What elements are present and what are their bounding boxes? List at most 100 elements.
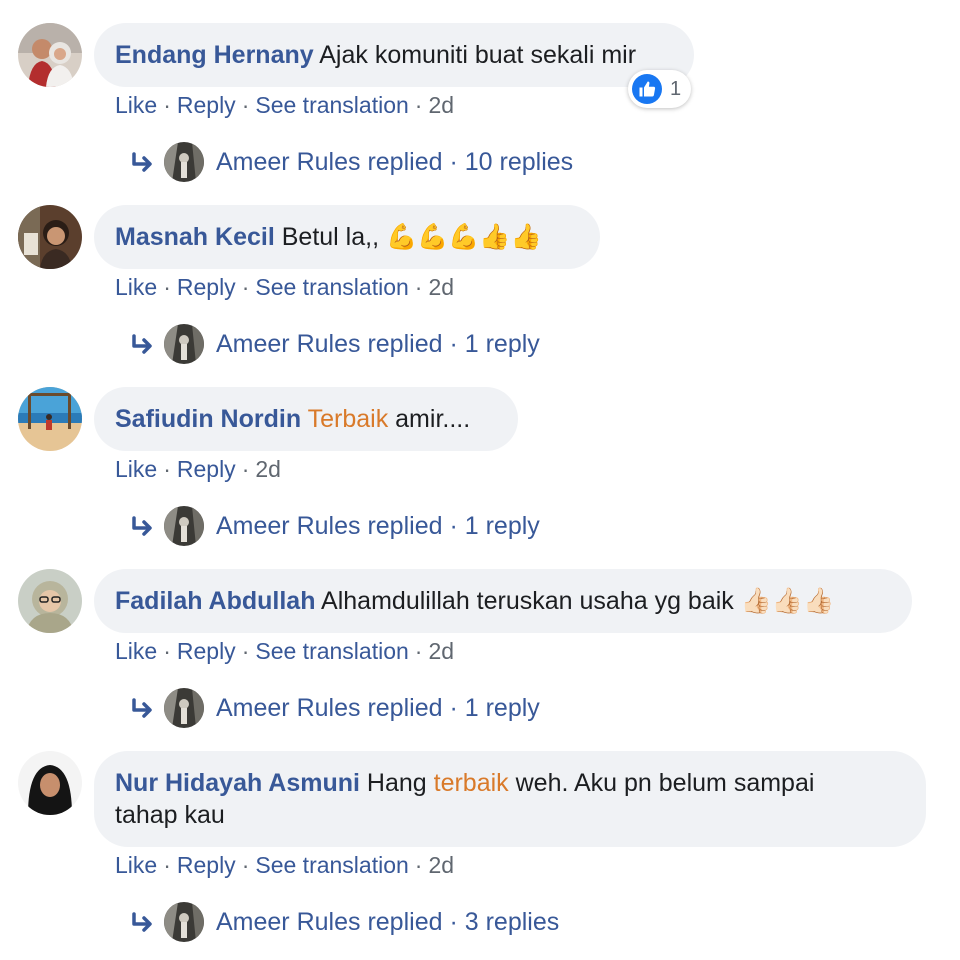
like-link[interactable]: Like [115,638,157,664]
comment-actions: Like · Reply · See translation · 2d [115,272,454,302]
comment-emoji: 👍🏻👍🏻👍🏻 [740,586,835,615]
separator: · [163,456,171,482]
replier-name[interactable]: Ameer Rules [216,908,361,936]
comment-emoji: 💪💪💪👍👍 [385,222,542,251]
replier-name[interactable]: Ameer Rules [216,148,361,176]
comment-text: Hang [366,769,427,797]
separator: · [414,638,423,664]
separator: · [449,330,458,358]
replier-avatar[interactable] [164,142,204,182]
comment-highlight[interactable]: Terbaik [308,405,389,433]
timestamp[interactable]: 2d [428,92,454,118]
replied-text: replied [367,148,443,176]
comment-author[interactable]: Masnah Kecil [115,223,275,251]
like-icon [632,74,662,104]
separator: · [241,456,250,482]
reaction-count: 1 [670,77,682,100]
comment-text: Alhamdulillah teruskan usaha yg baik [321,587,734,615]
replied-text: replied [367,908,443,936]
reply-arrow-icon [130,140,156,184]
reply-arrow-icon [130,322,156,366]
comment-text: amir.... [395,405,471,433]
separator: · [163,638,171,664]
reply-link[interactable]: Reply [177,92,236,118]
comment-highlight[interactable]: terbaik [434,769,509,797]
comment-text: Betul la,, [281,223,380,251]
reply-arrow-icon [130,900,156,944]
avatar[interactable] [18,569,82,633]
avatar[interactable] [18,387,82,451]
reply-link[interactable]: Reply [177,274,236,300]
separator: · [241,852,250,878]
separator: · [241,274,250,300]
comment-bubble: Masnah Kecil Betul la,, 💪💪💪👍👍 [94,205,600,269]
see-translation-link[interactable]: See translation [255,92,408,118]
separator: · [241,92,250,118]
avatar[interactable] [18,23,82,87]
timestamp[interactable]: 2d [428,852,454,878]
comment-actions: Like · Reply · 2d [115,454,281,484]
reply-arrow-icon [130,504,156,548]
replier-avatar[interactable] [164,506,204,546]
reply-count[interactable]: 3 replies [465,908,560,936]
reaction-badge[interactable]: 1 [628,70,692,108]
separator: · [414,274,423,300]
view-replies-link[interactable]: Ameer Rules replied · 1 reply [130,322,540,366]
reply-arrow-icon [130,686,156,730]
separator: · [449,908,458,936]
reply-link[interactable]: Reply [177,456,236,482]
separator: · [414,92,423,118]
reply-link[interactable]: Reply [177,638,236,664]
separator: · [163,92,171,118]
comment-bubble: Safiudin Nordin Terbaik amir.... [94,387,518,451]
like-link[interactable]: Like [115,456,157,482]
timestamp[interactable]: 2d [428,638,454,664]
replier-avatar[interactable] [164,688,204,728]
separator: · [449,694,458,722]
separator: · [449,148,458,176]
comment-actions: Like · Reply · See translation · 2d [115,636,454,666]
replied-text: replied [367,512,443,540]
comment-actions: Like · Reply · See translation · 2d [115,850,454,880]
reply-count[interactable]: 1 reply [465,512,540,540]
separator: · [241,638,250,664]
view-replies-link[interactable]: Ameer Rules replied · 3 replies [130,900,559,944]
comment-line-2: tahap kau [115,801,225,829]
view-replies-link[interactable]: Ameer Rules replied · 10 replies [130,140,573,184]
reply-count[interactable]: 10 replies [465,148,573,176]
comment-thread: Endang Hernany Ajak komuniti buat sekali… [0,0,960,960]
reply-count[interactable]: 1 reply [465,694,540,722]
see-translation-link[interactable]: See translation [255,852,408,878]
comment-bubble: Endang Hernany Ajak komuniti buat sekali… [94,23,694,87]
replier-avatar[interactable] [164,902,204,942]
comment-author[interactable]: Safiudin Nordin [115,405,301,433]
see-translation-link[interactable]: See translation [255,274,408,300]
separator: · [449,512,458,540]
comment-text: Ajak komuniti buat sekali mir [319,41,637,69]
reply-link[interactable]: Reply [177,852,236,878]
like-link[interactable]: Like [115,92,157,118]
separator: · [414,852,423,878]
like-link[interactable]: Like [115,274,157,300]
timestamp[interactable]: 2d [428,274,454,300]
comment-text: weh. Aku pn belum sampai [515,769,815,797]
reply-count[interactable]: 1 reply [465,330,540,358]
replier-name[interactable]: Ameer Rules [216,512,361,540]
avatar[interactable] [18,751,82,815]
comment-line-1: Nur Hidayah Asmuni Hang terbaik weh. Aku… [115,767,905,799]
replier-name[interactable]: Ameer Rules [216,694,361,722]
comment-author[interactable]: Endang Hernany [115,41,314,69]
avatar[interactable] [18,205,82,269]
comment-actions: Like · Reply · See translation · 2d [115,90,454,120]
timestamp[interactable]: 2d [255,456,281,482]
comment-author[interactable]: Nur Hidayah Asmuni [115,769,360,797]
replied-text: replied [367,694,443,722]
view-replies-link[interactable]: Ameer Rules replied · 1 reply [130,686,540,730]
replied-text: replied [367,330,443,358]
like-link[interactable]: Like [115,852,157,878]
comment-author[interactable]: Fadilah Abdullah [115,587,315,615]
see-translation-link[interactable]: See translation [255,638,408,664]
replier-name[interactable]: Ameer Rules [216,330,361,358]
view-replies-link[interactable]: Ameer Rules replied · 1 reply [130,504,540,548]
replier-avatar[interactable] [164,324,204,364]
